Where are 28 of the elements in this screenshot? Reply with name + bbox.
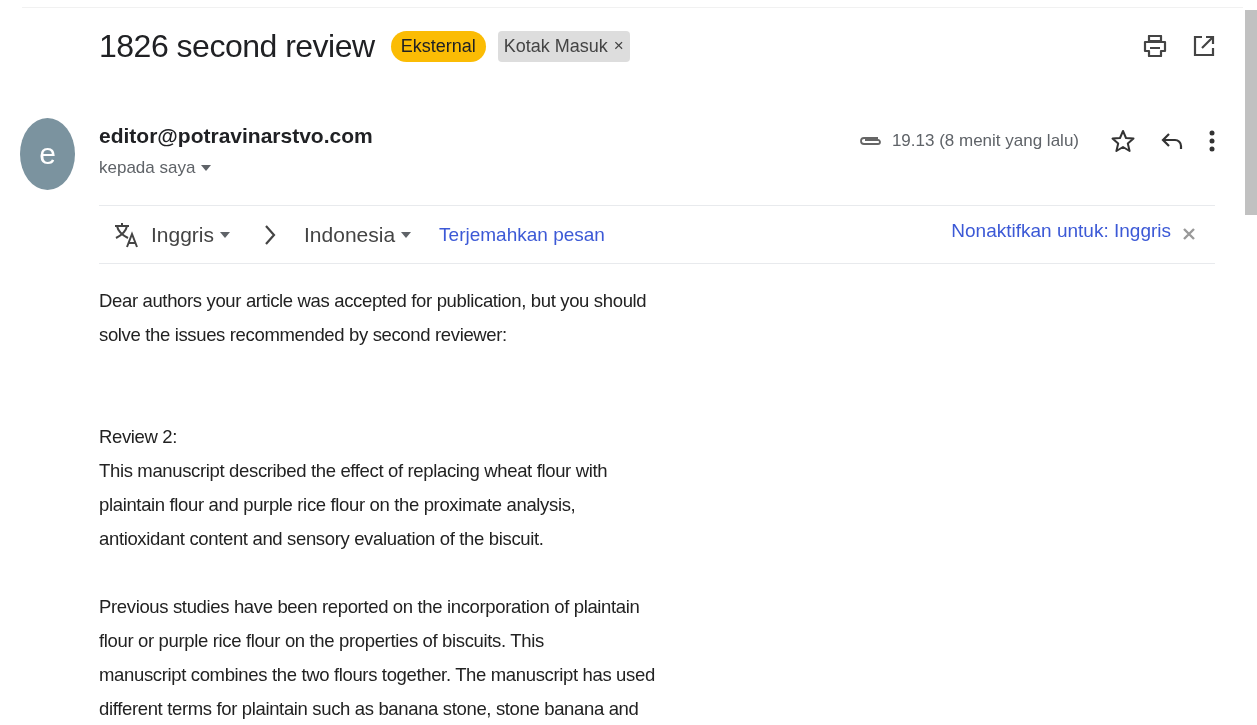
translate-icon — [113, 220, 141, 249]
label-badge: Eksternal — [390, 30, 486, 62]
star-icon[interactable] — [1111, 129, 1135, 153]
sender-avatar: e — [20, 118, 75, 190]
label-tag[interactable]: Kotak Masuk × — [497, 30, 630, 62]
translate-message-link[interactable]: Terjemahkan pesan — [439, 223, 605, 246]
caret-icon — [220, 231, 231, 238]
close-icon[interactable] — [1183, 227, 1195, 240]
received-time: 19.13 (8 menit yang lalu) — [891, 131, 1079, 151]
scrollbar[interactable] — [1245, 10, 1257, 215]
body-paragraph: Review 2: This manuscript described the effect of replacing wheat flour with plaintain flour and purple rice flour on the proximate analysis, antioxidant content and sensory evaluation of the biscuit. — [99, 425, 609, 551]
open-in-new-window-icon[interactable] — [1193, 35, 1215, 57]
source-language[interactable]: Inggris — [151, 222, 215, 247]
tag-label: Kotak Masuk — [503, 35, 608, 57]
disable-translation-link[interactable]: Nonaktifkan untuk: Inggris — [951, 219, 1171, 242]
reply-icon[interactable] — [1161, 132, 1183, 150]
target-language[interactable]: Indonesia — [304, 222, 396, 247]
body-paragraph: Dear authors your article was accepted for publication, but you should solve the issues recommended by second reviewer: — [99, 289, 648, 347]
caret-icon — [401, 231, 412, 238]
recipient-label[interactable]: kepada saya — [99, 158, 196, 178]
print-icon[interactable] — [1143, 35, 1167, 57]
caret-icon — [201, 165, 212, 171]
email-subject: 1826 second review — [99, 27, 375, 65]
sender-email: editor@potravinarstvo.com — [99, 124, 373, 148]
remove-label-button[interactable]: × — [613, 36, 624, 56]
more-options-icon[interactable] — [1209, 130, 1215, 152]
chevron-right-icon — [264, 223, 277, 246]
body-paragraph: Previous studies have been reported on the incorporation of plaintain flour or purple rice flour on the properties of biscuits. This manuscript combines the two flours together. The manuscript has used different terms for plaintain such as banana stone, stone banana and — [99, 595, 656, 721]
